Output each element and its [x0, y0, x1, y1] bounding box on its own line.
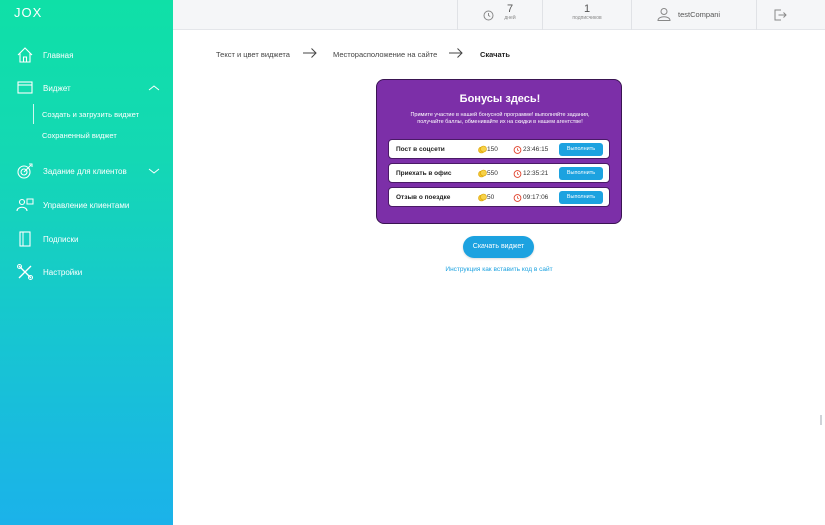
- coins-icon: [478, 193, 487, 202]
- home-icon: [16, 46, 34, 64]
- days-caption: дней: [504, 15, 516, 21]
- step-download[interactable]: Скачать: [480, 50, 510, 59]
- tools-icon: [16, 263, 34, 281]
- notebook-icon: [16, 230, 34, 248]
- target-icon: [16, 162, 34, 180]
- sidebar-item-label: Главная: [43, 50, 74, 60]
- sidebar-item-settings[interactable]: Настройки: [0, 261, 173, 283]
- task-points: 550: [487, 170, 498, 177]
- logout-icon[interactable]: [774, 9, 787, 21]
- divider: [756, 0, 757, 30]
- sidebar-item-label: Настройки: [43, 267, 83, 277]
- user-name[interactable]: testCompani: [678, 10, 720, 19]
- step-text-color[interactable]: Текст и цвет виджета: [216, 50, 290, 59]
- complete-task-button[interactable]: Выполнить: [559, 143, 603, 156]
- task-row: Приехать в офис 550 12:35:21 Выполнить: [388, 163, 610, 183]
- subscribers-stat: 1 подписчиков: [560, 3, 614, 21]
- sidebar: JOX Главная Виджет Создать и загрузить в…: [0, 0, 173, 525]
- clock-icon: [483, 10, 494, 21]
- divider: [542, 0, 543, 30]
- widget-title: Бонусы здесь!: [459, 93, 541, 105]
- sidebar-item-home[interactable]: Главная: [0, 44, 173, 66]
- chevron-down-icon[interactable]: [148, 165, 160, 177]
- sidebar-subitem-create-widget[interactable]: Создать и загрузить виджет: [42, 110, 139, 119]
- task-row: Отзыв о поездке 50 09:17:06 Выполнить: [388, 187, 610, 207]
- task-name: Пост в соцсети: [396, 146, 445, 153]
- arrow-right-icon: [303, 48, 317, 58]
- sidebar-item-label: Задание для клиентов: [43, 166, 127, 176]
- coins-icon: [478, 169, 487, 178]
- sidebar-item-client-management[interactable]: Управление клиентами: [0, 194, 173, 216]
- scrollbar[interactable]: [820, 415, 822, 425]
- task-timer: 12:35:21: [523, 170, 549, 177]
- task-timer: 23:46:15: [523, 146, 549, 153]
- logo[interactable]: JOX: [14, 5, 42, 20]
- widget-window-icon: [16, 79, 34, 97]
- sidebar-item-label: Подписки: [43, 234, 79, 244]
- complete-task-button[interactable]: Выполнить: [559, 167, 603, 180]
- step-placement[interactable]: Месторасположение на сайте: [333, 50, 437, 59]
- days-value: 7: [506, 3, 514, 15]
- sidebar-item-subscriptions[interactable]: Подписки: [0, 228, 173, 250]
- divider: [457, 0, 458, 30]
- alarm-clock-icon: [513, 146, 522, 154]
- arrow-right-icon: [449, 48, 463, 58]
- task-row: Пост в соцсети 150 23:46:15 Выполнить: [388, 139, 610, 159]
- download-widget-button[interactable]: Скачать виджет: [463, 236, 534, 258]
- task-timer: 09:17:06: [523, 194, 549, 201]
- sidebar-item-label: Виджет: [43, 83, 71, 93]
- task-name: Отзыв о поездке: [396, 194, 451, 201]
- alarm-clock-icon: [513, 194, 522, 202]
- task-points: 50: [487, 194, 495, 201]
- sidebar-item-client-tasks[interactable]: Задание для клиентов: [0, 160, 173, 182]
- submenu-indicator: [33, 104, 34, 124]
- install-instructions-link[interactable]: Инструкция как вставить код в сайт: [436, 266, 562, 273]
- complete-task-button[interactable]: Выполнить: [559, 191, 603, 204]
- chevron-up-icon[interactable]: [148, 82, 160, 94]
- task-points: 150: [487, 146, 498, 153]
- subscribers-value: 1: [583, 3, 591, 15]
- coins-icon: [478, 145, 487, 154]
- sidebar-item-widget[interactable]: Виджет: [0, 77, 173, 99]
- sidebar-subitem-saved-widget[interactable]: Сохраненный виджет: [42, 131, 117, 140]
- widget-preview: Бонусы здесь! Примите участие в нашей бо…: [376, 79, 622, 224]
- widget-description: Примите участие в нашей бонусной програм…: [410, 112, 590, 125]
- subscribers-caption: подписчиков: [572, 15, 602, 21]
- task-name: Приехать в офис: [396, 170, 452, 177]
- alarm-clock-icon: [513, 170, 522, 178]
- user-avatar-icon[interactable]: [657, 7, 671, 21]
- sidebar-item-label: Управление клиентами: [43, 200, 130, 210]
- client-management-icon: [16, 196, 34, 214]
- divider: [631, 0, 632, 30]
- top-bar: [173, 0, 825, 30]
- days-stat: 7 дней: [500, 3, 520, 21]
